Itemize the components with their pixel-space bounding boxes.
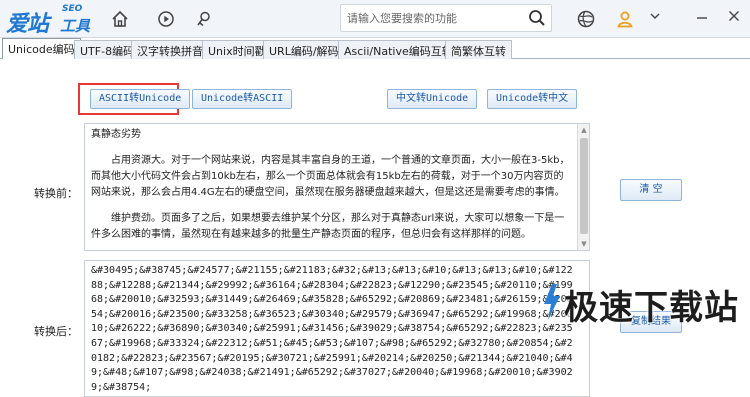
unicode-to-chinese-button[interactable]: Unicode转中文 (487, 89, 578, 109)
globe-icon[interactable] (573, 6, 599, 32)
output-content: &#30495;&#38745;&#24577;&#21155;&#21183;… (91, 265, 573, 393)
top-bar: 爱站 SEO 工具包 (0, 0, 750, 56)
unicode-to-ascii-button[interactable]: Unicode转ASCII (192, 89, 293, 109)
user-icon[interactable] (612, 6, 638, 32)
watermark: 极速下载站 (540, 278, 748, 330)
minimize-icon[interactable] (694, 8, 710, 24)
close-icon[interactable] (726, 8, 742, 24)
search-box[interactable] (340, 4, 552, 32)
before-label: 转换前： (34, 187, 78, 200)
input-paragraph-1: 占用资源大。对于一个网站来说，内容是其丰富自身的王道，一个普通的文章页面，大小一… (91, 155, 570, 198)
search-icon[interactable] (527, 8, 547, 28)
app-logo: 爱站 SEO 工具包 (6, 4, 98, 56)
input-title: 真静态劣势 (91, 129, 141, 140)
input-paragraph-2: 维护费劲。页面多了之后，如果想要去维护某个分区，那么对于真静态url来说，大家可… (91, 213, 565, 240)
tab-unix-time[interactable]: Unix时间戳 (202, 40, 272, 59)
tab-pinyin[interactable]: 汉字转换拼音 (131, 40, 209, 59)
tab-bar: Unicode编码 UTF-8编码 汉字转换拼音 Unix时间戳 URL编码/解… (0, 38, 750, 60)
scroll-thumb[interactable] (580, 138, 588, 234)
scroll-down-icon[interactable]: ▼ (580, 240, 588, 248)
input-content: 真静态劣势 占用资源大。对于一个网站来说，内容是其丰富自身的王道，一个普通的文章… (91, 127, 571, 243)
tab-ascii-native[interactable]: Ascii/Native编码互转 (338, 40, 459, 59)
chevron-down-icon[interactable] (647, 8, 663, 24)
play-icon[interactable] (153, 6, 179, 32)
unicode-panel: ASCII转Unicode Unicode转ASCII 中文转Unicode U… (0, 59, 750, 397)
after-label: 转换后： (34, 325, 78, 338)
home-icon[interactable] (107, 6, 133, 32)
input-scrollbar[interactable]: ▲ ▼ (577, 124, 589, 250)
tab-url-encode[interactable]: URL编码/解码 (263, 40, 345, 59)
logo-main: 爱站 (6, 12, 49, 37)
clear-button[interactable]: 清 空 (620, 179, 682, 201)
input-textarea[interactable]: 真静态劣势 占用资源大。对于一个网站来说，内容是其丰富自身的王道，一个普通的文章… (84, 123, 590, 251)
ascii-to-unicode-button[interactable]: ASCII转Unicode (90, 89, 191, 109)
chinese-to-unicode-button[interactable]: 中文转Unicode (387, 89, 478, 109)
search-input[interactable] (347, 9, 523, 27)
watermark-logo-icon (544, 284, 560, 320)
logo-seo: SEO (62, 4, 83, 14)
scroll-up-icon[interactable]: ▲ (580, 126, 588, 134)
tab-simplified-traditional[interactable]: 简繁体互转 (445, 40, 512, 59)
output-textarea[interactable]: &#30495;&#38745;&#24577;&#21155;&#21183;… (84, 260, 590, 397)
location-icon[interactable] (191, 6, 217, 32)
tab-unicode[interactable]: Unicode编码 (2, 38, 81, 60)
watermark-text: 极速下载站 (564, 288, 739, 328)
